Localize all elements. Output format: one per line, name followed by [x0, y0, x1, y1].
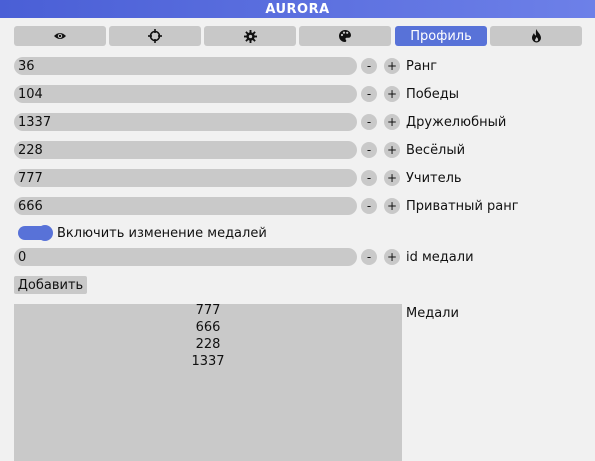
friendly-input[interactable]: 1337: [14, 113, 357, 131]
add-medal-button[interactable]: Добавить: [14, 276, 87, 294]
tab-settings[interactable]: [204, 26, 296, 46]
medal-toggle-label: Включить изменение медалей: [57, 225, 267, 241]
app-title: AURORA: [265, 1, 330, 17]
wins-increment-button[interactable]: +: [384, 86, 400, 102]
rank-increment-button[interactable]: +: [384, 58, 400, 74]
tab-profile[interactable]: Профиль: [395, 26, 487, 46]
rank-input[interactable]: 36: [14, 57, 357, 75]
medal-id-decrement-button[interactable]: -: [361, 249, 377, 265]
friendly-decrement-button[interactable]: -: [361, 114, 377, 130]
private-rank-label: Приватный ранг: [406, 198, 519, 214]
flame-icon: [531, 29, 542, 43]
medal-id-increment-button[interactable]: +: [384, 249, 400, 265]
funny-label: Весёлый: [406, 142, 466, 158]
list-item[interactable]: 777: [14, 304, 402, 321]
teacher-decrement-button[interactable]: -: [361, 170, 377, 186]
funny-increment-button[interactable]: +: [384, 142, 400, 158]
eye-icon: [53, 31, 67, 41]
rank-decrement-button[interactable]: -: [361, 58, 377, 74]
funny-input[interactable]: 228: [14, 141, 357, 159]
crosshair-icon: [148, 29, 162, 43]
list-item[interactable]: 666: [14, 321, 402, 338]
medal-edit-toggle[interactable]: [18, 225, 53, 241]
teacher-increment-button[interactable]: +: [384, 170, 400, 186]
list-item[interactable]: 228: [14, 338, 402, 355]
private-rank-increment-button[interactable]: +: [384, 198, 400, 214]
tab-visuals[interactable]: [14, 26, 106, 46]
palette-icon: [338, 29, 352, 43]
teacher-label: Учитель: [406, 170, 462, 186]
medal-id-input[interactable]: 0: [14, 248, 357, 266]
list-item[interactable]: 1337: [14, 355, 402, 372]
wins-decrement-button[interactable]: -: [361, 86, 377, 102]
tab-aim[interactable]: [109, 26, 201, 46]
rank-label: Ранг: [406, 58, 438, 74]
teacher-input[interactable]: 777: [14, 169, 357, 187]
private-rank-decrement-button[interactable]: -: [361, 198, 377, 214]
wins-label: Победы: [406, 86, 459, 102]
medals-listbox[interactable]: 777 666 228 1337: [14, 304, 402, 461]
tab-colors[interactable]: [299, 26, 391, 46]
medal-id-label: id медали: [406, 249, 474, 265]
friendly-increment-button[interactable]: +: [384, 114, 400, 130]
friendly-label: Дружелюбный: [406, 114, 507, 130]
tab-profile-label: Профиль: [410, 28, 472, 44]
private-rank-input[interactable]: 666: [14, 197, 357, 215]
tab-misc[interactable]: [490, 26, 582, 46]
medal-toggle-row: Включить изменение медалей: [18, 225, 267, 241]
toggle-knob: [37, 225, 53, 241]
title-bar: AURORA: [0, 0, 595, 18]
wins-input[interactable]: 104: [14, 85, 357, 103]
funny-decrement-button[interactable]: -: [361, 142, 377, 158]
gear-icon: [243, 29, 257, 43]
medals-label: Медали: [406, 305, 459, 321]
